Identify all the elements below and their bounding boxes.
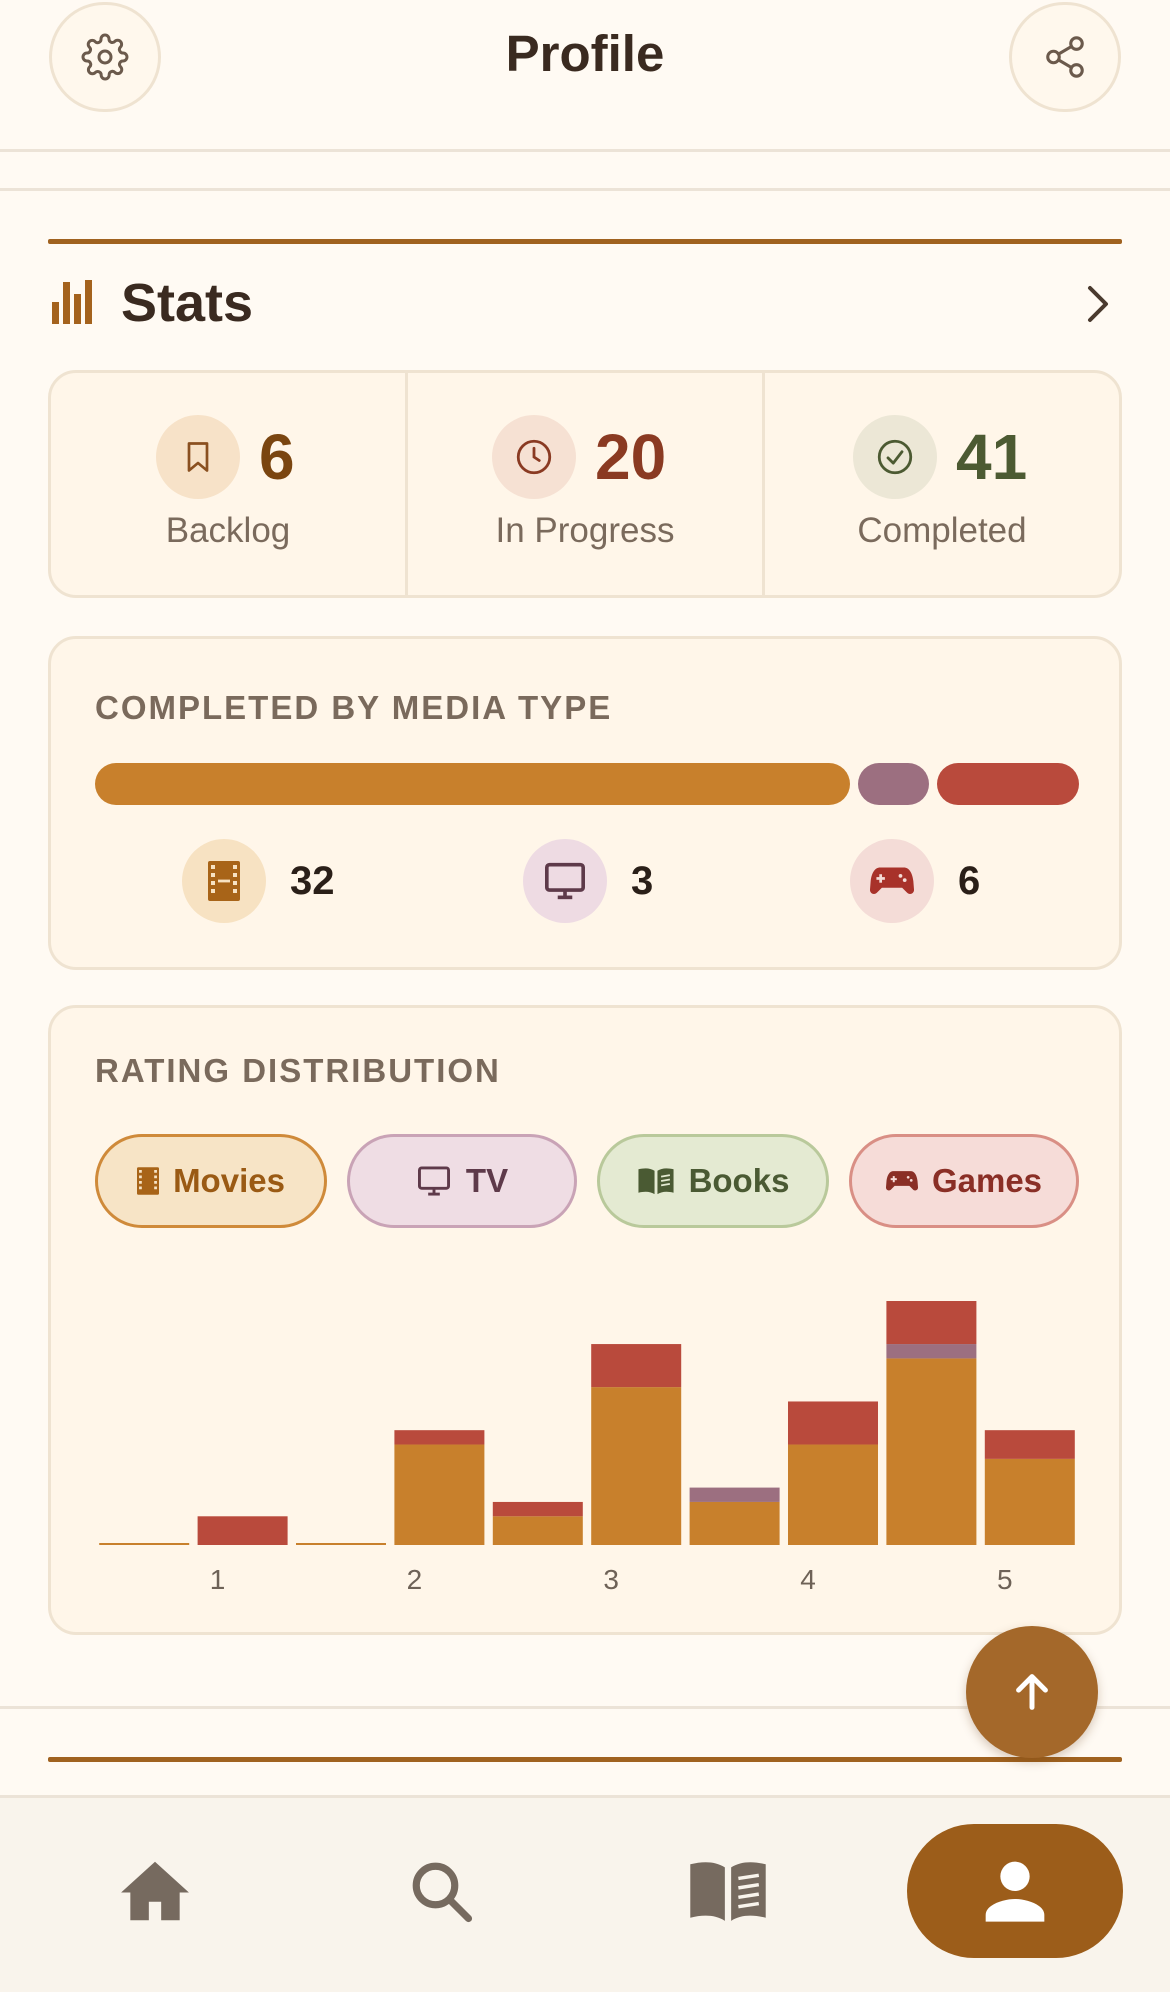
bar-4.5-games [886, 1301, 977, 1345]
bar-2.5-games [492, 1501, 583, 1517]
completed-label: Completed [857, 511, 1027, 550]
rating-distribution-chart: 1 2 3 4 5 [99, 1301, 1075, 1595]
gamepad-icon [850, 839, 934, 923]
chip-games-label: Games [931, 1162, 1043, 1199]
arrow-up-icon [1016, 1674, 1048, 1710]
completed-count: 41 [956, 421, 1028, 493]
media-bar-segment-games [937, 763, 1079, 805]
movies-count[interactable]: 32 [182, 839, 335, 923]
person-icon [985, 1861, 1045, 1922]
bar-2.5-movies [492, 1516, 583, 1545]
rating-distribution-card: RATING DISTRIBUTION Movies TV Books Game… [48, 1005, 1122, 1635]
tv-icon [523, 839, 607, 923]
bar-3-movies [591, 1387, 682, 1545]
share-button[interactable] [1009, 2, 1121, 112]
chip-books[interactable]: Books [597, 1134, 829, 1228]
header-divider [0, 149, 1170, 152]
x-tick-label: 3 [603, 1564, 619, 1595]
stats-accent-line [48, 239, 1122, 244]
media-type-card: COMPLETED BY MEDIA TYPE 32 3 6 [48, 636, 1122, 970]
completed-stat[interactable]: 41 Completed [762, 373, 1119, 595]
bar-0.5-empty [99, 1543, 190, 1545]
bar-4.5-movies [886, 1358, 977, 1545]
media-filter-chips: Movies TV Books Games [95, 1134, 1079, 1228]
bar-5-movies [984, 1458, 1075, 1545]
share-icon [1046, 36, 1084, 78]
chip-movies[interactable]: Movies [95, 1134, 327, 1228]
media-type-heading: COMPLETED BY MEDIA TYPE [95, 689, 613, 726]
nav-library[interactable] [658, 1826, 798, 1956]
bookmark-icon [156, 415, 240, 499]
gamepad-icon [885, 1171, 918, 1191]
tv-icon [417, 1166, 450, 1196]
movies-completed-count: 32 [290, 858, 335, 903]
film-icon [137, 1167, 160, 1195]
games-completed-count: 6 [958, 858, 981, 903]
backlog-label: Backlog [165, 511, 291, 550]
book-icon [638, 1168, 674, 1195]
tv-count[interactable]: 3 [523, 839, 653, 923]
media-bar-segment-movies [95, 763, 851, 805]
next-section-accent-line [48, 1757, 1122, 1762]
stats-header[interactable]: Stats [48, 268, 1122, 338]
page-title: Profile [505, 25, 665, 82]
bar-3-games [591, 1344, 682, 1388]
nav-home[interactable] [85, 1826, 225, 1956]
book-open-icon [690, 1862, 766, 1921]
chevron-right-icon[interactable] [1082, 284, 1112, 324]
chip-movies-label: Movies [173, 1162, 285, 1199]
in-progress-stat[interactable]: 20 In Progress [405, 373, 762, 595]
rating-distribution-heading: RATING DISTRIBUTION [95, 1052, 501, 1089]
check-circle-icon [853, 415, 937, 499]
nav-search[interactable] [371, 1826, 511, 1956]
bar-1-games [197, 1516, 288, 1545]
bar-3.5-movies [689, 1501, 780, 1545]
in-progress-label: In Progress [495, 511, 675, 550]
bar-chart-icon [52, 280, 92, 324]
x-tick-label: 4 [800, 1564, 816, 1595]
bottom-navigation [0, 1795, 1170, 1992]
film-icon [182, 839, 266, 923]
bar-3.5-tv [689, 1487, 780, 1502]
section-divider [0, 188, 1170, 191]
bar-4-games [788, 1401, 878, 1445]
top-bar: Profile [0, 0, 1170, 152]
x-tick-label: 2 [407, 1564, 423, 1595]
games-count[interactable]: 6 [850, 839, 980, 923]
home-icon [121, 1861, 189, 1921]
chip-games[interactable]: Games [849, 1134, 1079, 1228]
backlog-stat[interactable]: 6 Backlog [51, 373, 405, 595]
tv-completed-count: 3 [631, 858, 654, 903]
bar-2-games [394, 1430, 485, 1445]
scroll-to-top-button[interactable] [966, 1626, 1098, 1758]
x-tick-label: 1 [210, 1564, 226, 1595]
chip-tv-label: TV [465, 1162, 509, 1199]
clock-icon [492, 415, 576, 499]
bar-4.5-tv [886, 1344, 977, 1359]
chip-tv[interactable]: TV [347, 1134, 577, 1228]
bar-1.5-empty [296, 1543, 386, 1545]
nav-profile[interactable] [907, 1824, 1123, 1958]
bar-4-movies [788, 1444, 878, 1545]
bar-2-movies [394, 1444, 485, 1545]
stats-title: Stats [121, 273, 254, 333]
media-bar-segment-tv [858, 763, 930, 805]
chip-books-label: Books [688, 1162, 790, 1199]
x-tick-label: 5 [997, 1564, 1013, 1595]
in-progress-count: 20 [595, 421, 667, 493]
search-icon [412, 1862, 473, 1923]
backlog-count: 6 [259, 421, 295, 493]
bar-5-games [984, 1430, 1075, 1459]
stats-summary-card: 6 Backlog 20 In Progress 41 Completed [48, 370, 1122, 598]
media-type-bar [95, 763, 1079, 805]
